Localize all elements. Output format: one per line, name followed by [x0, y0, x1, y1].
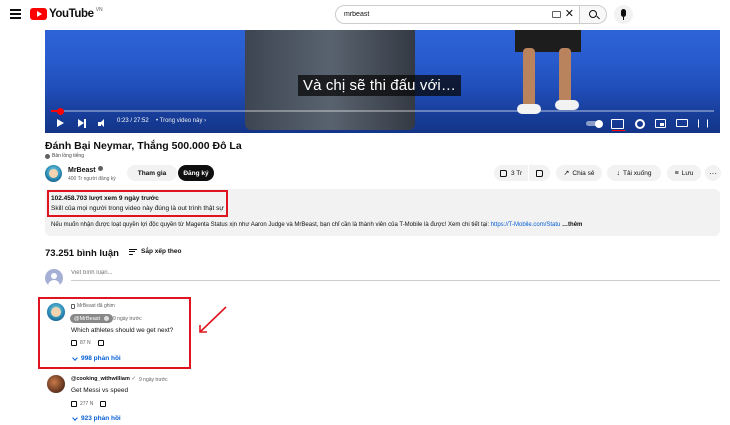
chapter-link[interactable]: • Trong video này › [156, 118, 206, 124]
next-icon[interactable] [78, 119, 87, 128]
subscriber-count: 400 Tr người đăng ký [68, 176, 116, 182]
video-subtitle: Và chị sẽ thi đấu với… [298, 75, 461, 96]
video-title: Đánh Bại Neymar, Thắng 500.000 Đô La [45, 140, 242, 152]
save-button[interactable]: ≡ Lưu [667, 165, 701, 181]
search-button[interactable] [580, 5, 607, 24]
download-button[interactable]: ↓ Tải xuống [607, 165, 661, 181]
user-avatar[interactable] [45, 269, 63, 287]
youtube-play-icon [30, 8, 47, 20]
dubbed-text: Bản lồng tiếng [52, 153, 84, 159]
annotation-box-description [47, 190, 228, 217]
channel-name-text: MrBeast [68, 167, 96, 174]
sort-icon [129, 248, 137, 255]
video-frame-player [515, 30, 585, 118]
search-box: ✕ [335, 5, 580, 24]
fullscreen-icon[interactable] [698, 119, 708, 128]
like-button[interactable]: 3 Tr [494, 165, 528, 181]
annotation-arrow [199, 306, 227, 333]
comment-like-count: 277 N [80, 401, 94, 407]
hamburger-menu-icon[interactable] [10, 9, 21, 19]
save-label: Lưu [681, 169, 694, 177]
comment-author-row[interactable]: @cooking_withwilliam ✓ [71, 376, 136, 382]
subscribe-button[interactable]: Đăng ký [178, 165, 214, 181]
thumbs-up-icon [500, 169, 507, 177]
settings-gear-icon[interactable] [635, 119, 645, 129]
time-display: 0:23 / 27:52 [117, 118, 149, 124]
thumbs-down-icon [536, 169, 543, 177]
logo-region: VN [95, 7, 103, 13]
playlist-add-icon: ≡ [674, 169, 679, 177]
audio-track-icon [45, 153, 50, 159]
more-actions-button[interactable]: ··· [705, 165, 721, 181]
autoplay-toggle-icon[interactable] [586, 119, 603, 128]
comment-input[interactable] [71, 270, 720, 281]
sponsor-link[interactable]: https://T-Mobile.com/Statu [491, 222, 561, 228]
download-icon: ↓ [616, 169, 620, 177]
share-icon: ↗ [563, 169, 570, 177]
captions-icon[interactable] [611, 119, 625, 131]
verified-icon [97, 166, 103, 171]
like-count: 3 Tr [511, 169, 523, 177]
keyboard-icon[interactable] [552, 11, 561, 18]
replies-count: 923 phản hồi [81, 415, 121, 422]
comment-author: @cooking_withwilliam [71, 376, 130, 382]
channel-avatar[interactable] [45, 165, 62, 182]
youtube-logo[interactable]: YouTube VN [30, 7, 103, 20]
volume-icon[interactable] [98, 119, 109, 128]
comment-count: 73.251 bình luận [45, 248, 119, 259]
video-player[interactable]: Và chị sẽ thi đấu với… 0:23 / 27:52 • Tr… [45, 30, 720, 133]
share-button[interactable]: ↗ Chia sẻ [556, 165, 602, 181]
miniplayer-icon[interactable] [655, 119, 666, 128]
progress-bar[interactable] [51, 107, 714, 115]
download-label: Tải xuống [622, 169, 652, 177]
comment-like-icon[interactable] [71, 401, 77, 407]
verified-icon: ✓ [131, 376, 136, 382]
player-controls: 0:23 / 27:52 • Trong video này › [45, 116, 720, 133]
play-icon[interactable] [57, 119, 64, 127]
comment-actions: 277 N [71, 401, 107, 407]
logo-text: YouTube [49, 8, 94, 20]
voice-search-button[interactable] [614, 5, 633, 24]
channel-name[interactable]: MrBeast [68, 166, 103, 174]
replies-toggle[interactable]: 923 phản hồi [72, 414, 121, 422]
chevron-down-icon [72, 414, 78, 421]
search-input[interactable] [344, 11, 544, 18]
top-bar: YouTube VN ✕ [0, 0, 730, 30]
progress-scrubber[interactable] [56, 107, 64, 115]
comment-avatar[interactable] [47, 375, 65, 393]
comment-dislike-icon[interactable] [100, 401, 107, 407]
comment-text: Get Messi vs speed [71, 387, 129, 394]
description-sponsor-line: Nếu muốn nhận được loạt quyền lợi độc qu… [51, 222, 582, 228]
comment-time[interactable]: 9 ngày trước [139, 377, 168, 383]
join-button[interactable]: Tham gia [127, 165, 177, 181]
sort-label: Sắp xếp theo [141, 248, 182, 255]
annotation-box-pinned-comment [38, 297, 191, 369]
clear-search-icon[interactable]: ✕ [565, 7, 574, 22]
dislike-button[interactable] [529, 165, 550, 181]
sponsor-text: Nếu muốn nhận được loạt quyền lợi độc qu… [51, 222, 491, 228]
share-label: Chia sẻ [572, 169, 595, 177]
show-more-button[interactable]: …thêm [560, 222, 582, 228]
dubbed-label: Bản lồng tiếng [45, 153, 84, 159]
theater-mode-icon[interactable] [676, 119, 688, 127]
sort-comments-button[interactable]: Sắp xếp theo [129, 248, 181, 255]
